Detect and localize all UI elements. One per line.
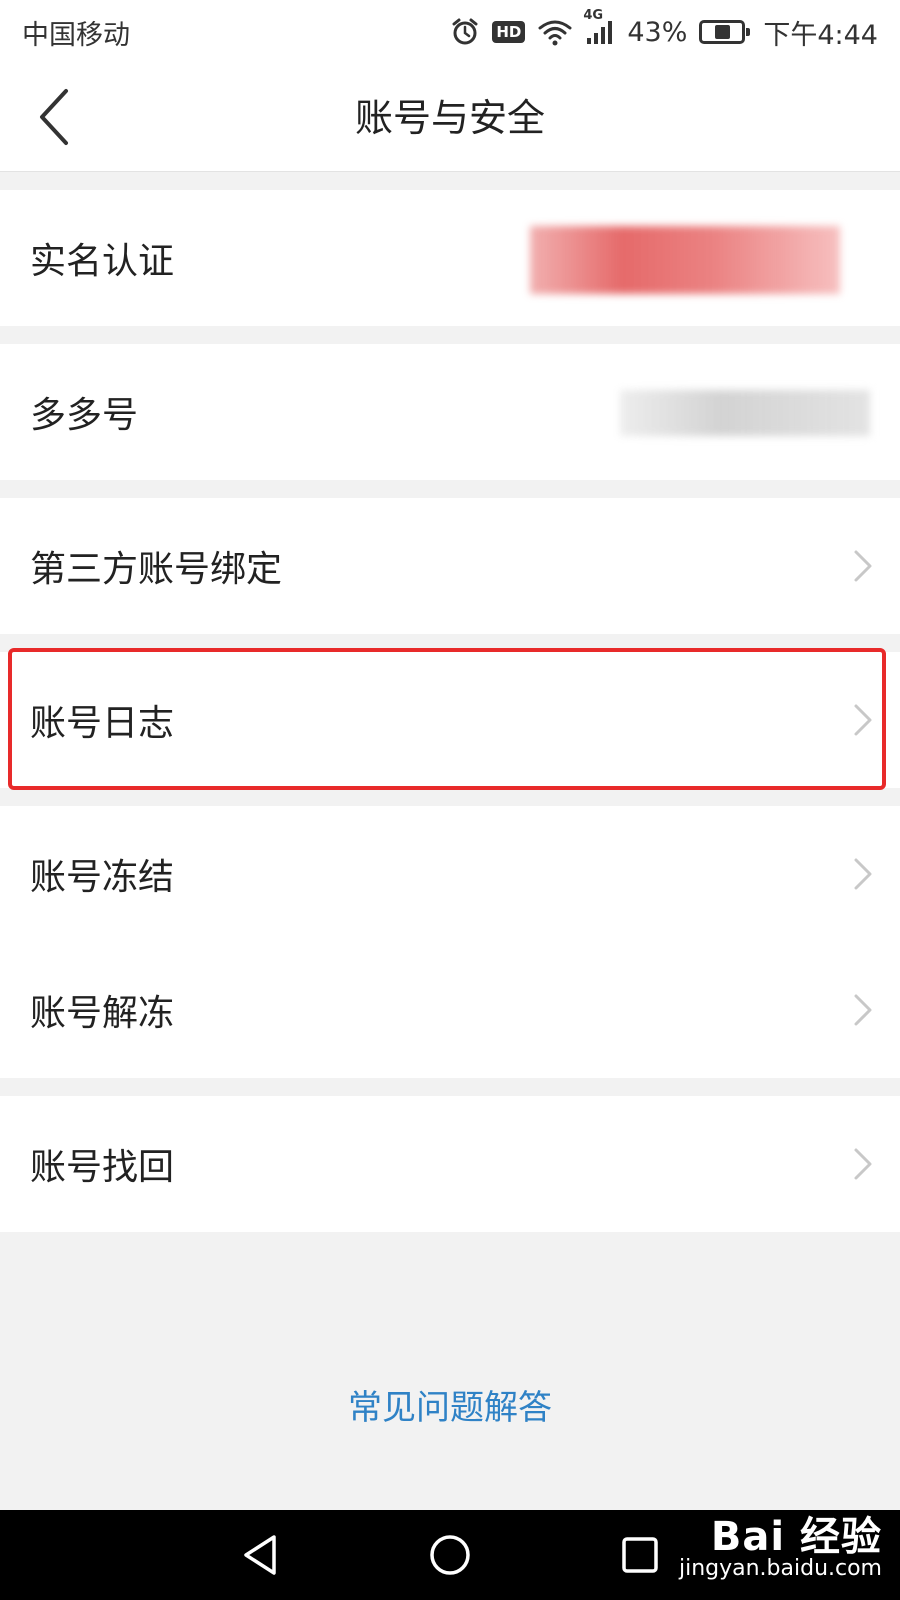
section-divider [0,326,900,344]
row-account-recover[interactable]: 账号找回 [0,1096,900,1232]
section-divider [0,634,900,652]
chevron-right-icon [854,550,872,582]
signal-icon: 4G [583,8,615,46]
battery-fill [714,25,731,39]
page-title: 账号与安全 [354,96,545,140]
row-label: 账号解冻 [30,993,175,1034]
chevron-right-icon [854,704,872,736]
chevron-right-icon [854,858,872,890]
row-account-log[interactable]: 账号日志 [0,652,900,788]
redacted-value [530,226,840,294]
section-divider [0,480,900,498]
status-icons: HD 4G 43% 下午4:44 [450,8,878,52]
home-circle-icon[interactable] [420,1525,480,1585]
clock: 下午4:44 [763,19,878,51]
section-divider [0,172,900,190]
status-bar: 中国移动 HD 4G 43% 下午4:44 [0,0,900,64]
hd-icon: HD [492,21,526,43]
row-real-name[interactable]: 实名认证 [0,190,900,326]
network-type-label: 4G [583,8,604,23]
watermark-url: jingyan.baidu.com [678,1556,882,1581]
row-label: 第三方账号绑定 [30,549,283,590]
chevron-right-icon [854,994,872,1026]
row-third-party-binding[interactable]: 第三方账号绑定 [0,498,900,634]
watermark-logo: Bai 经验 [710,1514,882,1560]
row-label: 实名认证 [30,241,175,282]
watermark: Bai 经验 jingyan.baidu.com [632,1498,882,1588]
carrier-label: 中国移动 [22,19,130,51]
battery-percent: 43% [627,16,688,48]
row-label: 账号日志 [30,703,175,744]
settings-list: 实名认证 多多号 第三方账号绑定 账号日志 账号冻结 账号解冻 账号找回 [0,172,900,1232]
battery-icon [699,20,751,44]
row-account-freeze[interactable]: 账号冻结 [0,806,900,942]
navigation-bar: 账号与安全 [0,64,900,172]
section-divider [0,1078,900,1096]
alarm-icon [450,17,480,47]
wifi-icon [537,18,573,46]
back-triangle-icon[interactable] [230,1525,290,1585]
row-account-unfreeze[interactable]: 账号解冻 [0,942,900,1078]
row-label: 账号找回 [30,1147,175,1188]
row-label: 账号冻结 [30,857,175,898]
faq-link[interactable]: 常见问题解答 [0,1380,900,1429]
row-duoduo-id[interactable]: 多多号 [0,344,900,480]
row-label: 多多号 [30,395,139,436]
section-divider [0,788,900,806]
chevron-right-icon [854,1148,872,1180]
redacted-value [620,390,870,436]
